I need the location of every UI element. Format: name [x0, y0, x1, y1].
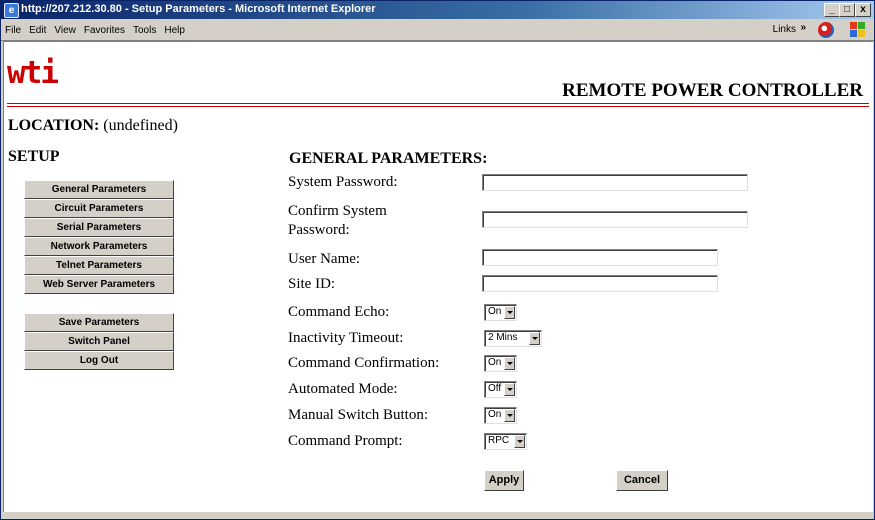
- nav-telnet-parameters[interactable]: Telnet Parameters: [24, 256, 174, 275]
- nav-general-parameters[interactable]: General Parameters: [24, 180, 174, 199]
- command-prompt-label: Command Prompt:: [288, 433, 403, 449]
- menu-tools[interactable]: Tools: [129, 21, 160, 36]
- system-password-input[interactable]: [482, 174, 748, 191]
- command-prompt-select[interactable]: RPC: [484, 433, 527, 450]
- chevron-down-icon: [514, 435, 525, 448]
- confirm-password-input[interactable]: [482, 211, 748, 228]
- page-header-title: REMOTE POWER CONTROLLER: [562, 80, 863, 101]
- nav-web-server-parameters[interactable]: Web Server Parameters: [24, 275, 174, 294]
- command-prompt-value: RPC: [488, 435, 510, 446]
- nav-save-parameters[interactable]: Save Parameters: [24, 313, 174, 332]
- menu-edit[interactable]: Edit: [25, 21, 50, 36]
- command-confirmation-label: Command Confirmation:: [288, 355, 440, 371]
- nav-serial-parameters[interactable]: Serial Parameters: [24, 218, 174, 237]
- user-name-label: User Name:: [288, 251, 361, 267]
- site-id-label: Site ID:: [288, 276, 336, 292]
- action-nav-group: Save Parameters Switch Panel Log Out: [24, 313, 174, 370]
- inactivity-timeout-value: 2 Mins: [488, 332, 518, 343]
- command-echo-value: On: [488, 306, 502, 317]
- header-divider-top: [7, 103, 869, 104]
- close-button[interactable]: x: [855, 3, 871, 17]
- status-bar: [1, 512, 874, 519]
- manual-switch-label: Manual Switch Button:: [288, 407, 428, 423]
- manual-switch-select[interactable]: On: [484, 407, 517, 424]
- title-bar: e http://207.212.30.80 - Setup Parameter…: [1, 1, 874, 19]
- nav-circuit-parameters[interactable]: Circuit Parameters: [24, 199, 174, 218]
- nav-network-parameters[interactable]: Network Parameters: [24, 237, 174, 256]
- automated-mode-select[interactable]: Off: [484, 381, 517, 398]
- menu-help[interactable]: Help: [160, 21, 189, 36]
- manual-switch-value: On: [488, 409, 502, 420]
- setup-title: SETUP: [8, 148, 60, 165]
- command-confirmation-select[interactable]: On: [484, 355, 517, 372]
- minimize-button[interactable]: _: [824, 3, 840, 17]
- confirm-password-label-line2: Password:: [288, 222, 350, 238]
- menu-bar: File Edit View Favorites Tools Help Links »: [1, 20, 874, 41]
- general-parameters-title: GENERAL PARAMETERS:: [289, 150, 488, 167]
- location-value: (undefined): [103, 117, 178, 134]
- automated-mode-label: Automated Mode:: [288, 381, 398, 397]
- command-confirmation-value: On: [488, 357, 502, 368]
- cancel-button[interactable]: Cancel: [616, 470, 668, 491]
- apply-button[interactable]: Apply: [484, 470, 524, 491]
- chevron-down-icon: [504, 383, 515, 396]
- chevron-down-icon: [504, 306, 515, 319]
- window-title: http://207.212.30.80 - Setup Parameters …: [21, 3, 376, 15]
- ie-icon: e: [4, 3, 19, 18]
- chevron-down-icon: [504, 357, 515, 370]
- menu-file[interactable]: File: [1, 21, 25, 36]
- nav-switch-panel[interactable]: Switch Panel: [24, 332, 174, 351]
- confirm-password-label-line1: Confirm System: [288, 203, 387, 219]
- page-content: wti REMOTE POWER CONTROLLER LOCATION: (u…: [3, 41, 873, 512]
- links-chevron[interactable]: »: [800, 22, 806, 33]
- windows-logo-icon: [850, 22, 866, 38]
- chevron-down-icon: [504, 409, 515, 422]
- site-id-input[interactable]: [482, 275, 718, 292]
- nav-log-out[interactable]: Log Out: [24, 351, 174, 370]
- setup-nav-group: General Parameters Circuit Parameters Se…: [24, 180, 174, 294]
- links-toolbar[interactable]: Links: [773, 24, 796, 35]
- user-name-input[interactable]: [482, 249, 718, 266]
- toolbar-addon-icon[interactable]: [818, 22, 834, 38]
- chevron-down-icon: [529, 332, 540, 345]
- menu-favorites[interactable]: Favorites: [80, 21, 129, 36]
- maximize-button[interactable]: □: [839, 3, 855, 17]
- inactivity-timeout-label: Inactivity Timeout:: [288, 330, 404, 346]
- location-line: LOCATION: (undefined): [8, 117, 178, 135]
- automated-mode-value: Off: [488, 383, 502, 394]
- location-label: LOCATION:: [8, 117, 100, 134]
- menu-view[interactable]: View: [50, 21, 80, 36]
- inactivity-timeout-select[interactable]: 2 Mins: [484, 330, 542, 347]
- command-echo-select[interactable]: On: [484, 304, 517, 321]
- command-echo-label: Command Echo:: [288, 304, 390, 320]
- wti-logo: wti: [7, 55, 59, 91]
- browser-window: e http://207.212.30.80 - Setup Parameter…: [0, 0, 875, 520]
- header-divider-bottom: [7, 106, 869, 107]
- system-password-label: System Password:: [288, 174, 398, 190]
